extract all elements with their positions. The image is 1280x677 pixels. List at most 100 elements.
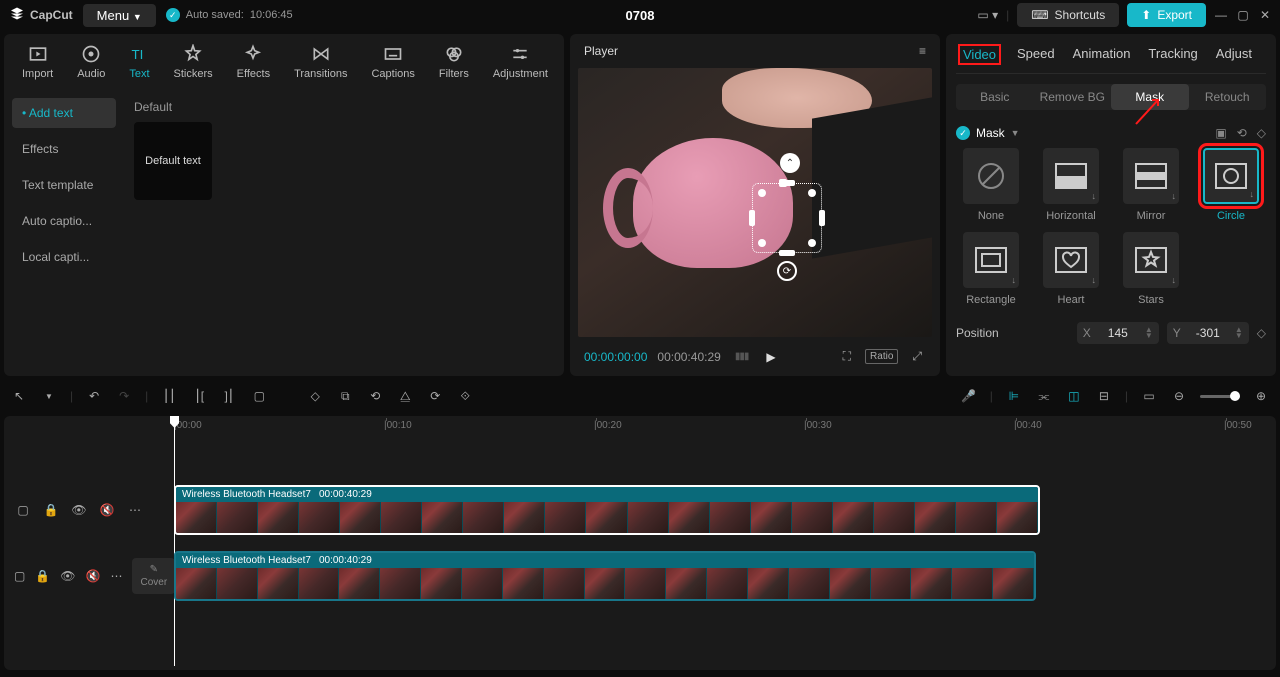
align-icon[interactable]: ⊟ — [1095, 389, 1113, 403]
mask-horizontal[interactable]: ↓ Horizontal — [1036, 148, 1106, 222]
tab-effects[interactable]: Effects — [229, 40, 278, 84]
collapse-icon[interactable]: ⌃ — [780, 153, 800, 173]
player-menu-icon[interactable]: ≡ — [919, 44, 926, 58]
copy-icon[interactable]: ⧉ — [336, 389, 354, 404]
export-button[interactable]: ⬆ Export — [1127, 3, 1206, 27]
track2-collapse-icon[interactable]: ▢ — [14, 569, 25, 583]
video-canvas[interactable]: ⌃ ⟳ — [578, 68, 932, 337]
keyboard-icon: ⌨ — [1031, 8, 1048, 22]
close-button[interactable]: ✕ — [1258, 8, 1272, 22]
snap-icon[interactable]: ◫ — [1065, 389, 1083, 403]
mask-thumb-icon[interactable]: ▣ — [1215, 126, 1226, 140]
delete-icon[interactable]: ▢ — [250, 389, 268, 403]
subtab-remove-bg[interactable]: Remove BG — [1034, 84, 1112, 110]
sidebar-item-text-template[interactable]: Text template — [12, 170, 116, 200]
mask-reset-icon[interactable]: ⟲ — [1237, 126, 1247, 140]
track1-collapse-icon[interactable]: ▢ — [14, 503, 32, 517]
clip-1[interactable]: Wireless Bluetooth Headset700:00:40:29 — [174, 485, 1040, 535]
redo-icon[interactable]: ↷ — [115, 389, 133, 403]
step-back-icon[interactable]: ▮▮▮ — [731, 349, 753, 364]
content-section-label: Default — [134, 100, 554, 114]
cover-button[interactable]: ✎ Cover — [132, 558, 175, 594]
preview-icon[interactable]: ▭ — [1140, 389, 1158, 403]
track2-eye-icon[interactable]: 👁 — [60, 569, 75, 583]
zoom-out-icon[interactable]: ⊖ — [1170, 389, 1188, 403]
mask-stars[interactable]: ↓ Stars — [1116, 232, 1186, 306]
position-x-input[interactable]: X 145 ▲▼ — [1077, 322, 1159, 344]
menu-button[interactable]: Menu ▼ — [83, 4, 156, 27]
tab-captions[interactable]: Captions — [363, 40, 422, 84]
export-icon: ⬆ — [1141, 8, 1151, 22]
mask-rectangle[interactable]: ↓ Rectangle — [956, 232, 1026, 306]
tab-text[interactable]: TIText — [121, 40, 157, 84]
pencil-icon: ✎ — [150, 564, 158, 575]
trim-left-icon[interactable]: ⎮[ — [190, 389, 208, 403]
sidebar-item-effects[interactable]: Effects — [12, 134, 116, 164]
track1-more-icon[interactable]: ⋯ — [126, 503, 144, 517]
time-total: 00:00:40:29 — [657, 350, 720, 364]
track2-mute-icon[interactable]: 🔇 — [86, 569, 101, 583]
track1-lock-icon[interactable]: 🔒 — [42, 503, 60, 517]
mask-keyframe-icon[interactable]: ◇ — [1257, 126, 1266, 140]
tab-audio[interactable]: Audio — [69, 40, 113, 84]
select-tool-icon[interactable]: ↖ — [10, 389, 28, 403]
marker-icon[interactable]: ◇ — [306, 389, 324, 403]
sidebar-item-add-text[interactable]: • Add text — [12, 98, 116, 128]
sidebar-item-auto-captions[interactable]: Auto captio... — [12, 206, 116, 236]
tab-stickers[interactable]: Stickers — [166, 40, 221, 84]
clip-2[interactable]: Wireless Bluetooth Headset700:00:40:29 — [174, 551, 1036, 601]
mask-mirror[interactable]: ↓ Mirror — [1116, 148, 1186, 222]
rotate-icon[interactable]: ⟳ — [777, 261, 797, 281]
rotate-tool-icon[interactable]: ⟳ — [426, 389, 444, 403]
mask-circle[interactable]: ↓ Circle — [1196, 148, 1266, 222]
playhead[interactable] — [174, 416, 175, 666]
tab-adjustment[interactable]: Adjustment — [485, 40, 556, 84]
project-title: 0708 — [626, 8, 655, 23]
tab-filters[interactable]: Filters — [431, 40, 477, 84]
position-y-input[interactable]: Y -301 ▲▼ — [1167, 322, 1249, 344]
timeline-ruler[interactable]: |00:00 |00:10 |00:20 |00:30 |00:40 |00:5… — [174, 416, 1276, 436]
fullscreen-icon[interactable]: ⤢ — [908, 347, 926, 366]
rtab-speed[interactable]: Speed — [1017, 46, 1055, 63]
track1-mute-icon[interactable]: 🔇 — [98, 503, 116, 517]
subtab-mask[interactable]: Mask — [1111, 84, 1189, 110]
position-label: Position — [956, 326, 999, 340]
layout-icon[interactable]: ▭ ▾ — [977, 8, 998, 22]
subtab-retouch[interactable]: Retouch — [1189, 84, 1267, 110]
select-dropdown-icon[interactable]: ▼ — [40, 392, 58, 401]
mic-icon[interactable]: 🎤 — [960, 389, 978, 403]
rtab-adjust[interactable]: Adjust — [1216, 46, 1252, 63]
minimize-button[interactable]: — — [1214, 8, 1228, 22]
tab-import[interactable]: Import — [14, 40, 61, 84]
time-current: 00:00:00:00 — [584, 350, 647, 364]
mask-none[interactable]: None — [956, 148, 1026, 222]
undo-icon[interactable]: ↶ — [85, 389, 103, 403]
sidebar-item-local-captions[interactable]: Local capti... — [12, 242, 116, 272]
text-preset-default[interactable]: Default text — [134, 122, 212, 200]
zoom-in-icon[interactable]: ⊕ — [1252, 389, 1270, 403]
mirror-tool-icon[interactable]: ⧋ — [396, 389, 414, 404]
focus-icon[interactable]: ⛶ — [839, 347, 855, 366]
trim-right-icon[interactable]: ]⎮ — [220, 389, 238, 403]
play-button[interactable]: ▶ — [762, 348, 779, 366]
crop-icon[interactable]: ⟐ — [456, 389, 474, 404]
rtab-video[interactable]: Video — [960, 46, 999, 63]
zoom-slider[interactable] — [1200, 395, 1240, 398]
mask-heart[interactable]: ↓ Heart — [1036, 232, 1106, 306]
subtab-basic[interactable]: Basic — [956, 84, 1034, 110]
shortcuts-button[interactable]: ⌨ Shortcuts — [1017, 3, 1119, 27]
track1-eye-icon[interactable]: 👁 — [70, 503, 88, 517]
tab-transitions[interactable]: Transitions — [286, 40, 355, 84]
rtab-tracking[interactable]: Tracking — [1148, 46, 1197, 63]
magnet-on-icon[interactable]: ⊫ — [1005, 389, 1023, 403]
split-icon[interactable]: ⎮⎮ — [160, 389, 178, 403]
track2-lock-icon[interactable]: 🔒 — [35, 569, 50, 583]
mask-selection-overlay[interactable]: ⌃ ⟳ — [752, 183, 822, 253]
position-keyframe-icon[interactable]: ◇ — [1257, 326, 1266, 340]
ratio-button[interactable]: Ratio — [865, 349, 898, 364]
rtab-animation[interactable]: Animation — [1073, 46, 1131, 63]
reverse-icon[interactable]: ⟲ — [366, 389, 384, 403]
link-icon[interactable]: ⫘ — [1035, 389, 1053, 404]
track2-more-icon[interactable]: ⋯ — [110, 569, 122, 583]
maximize-button[interactable]: ▢ — [1236, 8, 1250, 22]
